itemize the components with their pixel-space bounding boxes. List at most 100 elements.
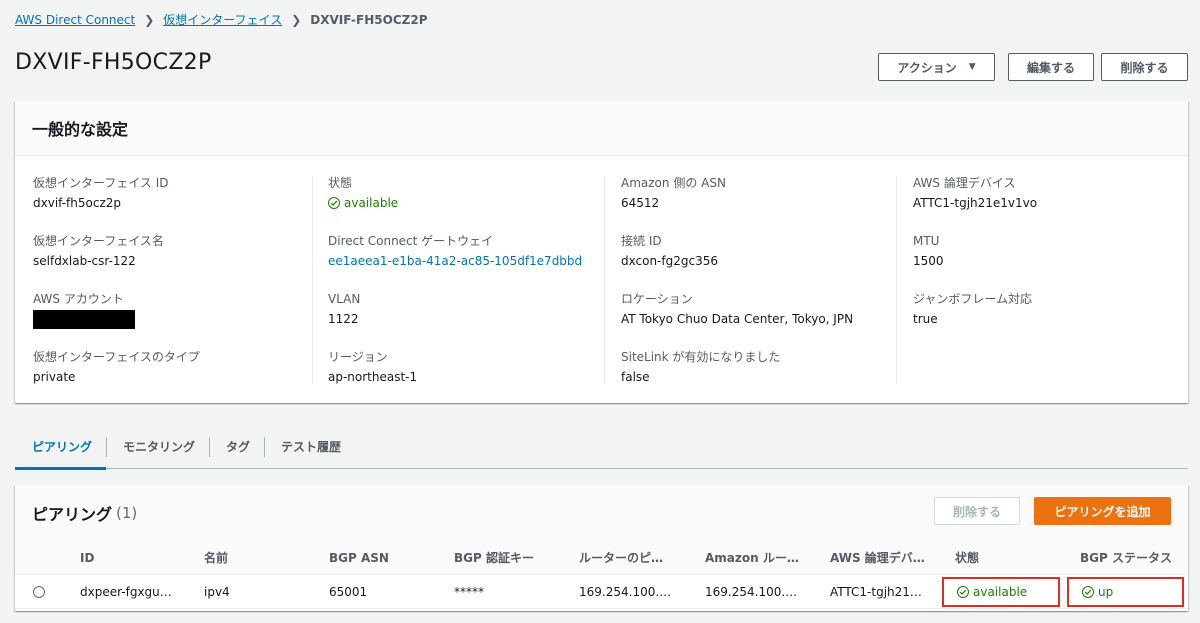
cell-amazon-router-ip: 169.254.100.…	[705, 584, 798, 599]
row-select-radio[interactable]	[33, 585, 45, 598]
field-label: 状態	[328, 176, 353, 190]
cell-name: ipv4	[204, 584, 230, 599]
column-header-name[interactable]: 名前	[204, 541, 228, 574]
field-jumbo-frames: ジャンボフレーム対応 true	[913, 292, 1176, 350]
field-label: Amazon 側の ASN	[621, 176, 726, 190]
state-text: available	[973, 584, 1028, 599]
caret-down-icon: ▼	[968, 62, 976, 72]
cell-bgp-status: up	[1082, 575, 1113, 608]
check-circle-icon	[1082, 585, 1094, 598]
field-location: ロケーション AT Tokyo Chuo Data Center, Tokyo,…	[621, 292, 891, 350]
detail-tabs: ピアリング モニタリング タグ テスト履歴	[15, 425, 1188, 470]
column-header-state[interactable]: 状態	[955, 541, 979, 574]
cell-aws-logical-device: ATTC1-tgjh21…	[830, 584, 922, 599]
field-label: ロケーション	[621, 292, 693, 306]
field-label: 仮想インターフェイス名	[33, 234, 164, 248]
field-value: private	[33, 370, 76, 384]
field-vif-name: 仮想インターフェイス名 selfdxlab-csr-122	[33, 234, 308, 292]
bgp-status-text: up	[1098, 584, 1114, 599]
field-logical-device: AWS 論理デバイス ATTC1-tgjh21e1v1vo	[913, 176, 1176, 234]
field-value: true	[913, 312, 938, 326]
table-row[interactable]: dxpeer-fgxgu… ipv4 65001 ***** 169.254.1…	[15, 575, 1188, 609]
column-header-bgp-status[interactable]: BGP ステータス	[1080, 541, 1172, 574]
dx-gateway-link[interactable]: ee1aeea1-e1ba-41a2-ac85-105df1e7dbbd	[328, 254, 597, 268]
cell-bgp-asn: 65001	[329, 584, 368, 599]
column-header-router-peer-ip[interactable]: ルーターのピ…	[579, 541, 663, 574]
field-vlan: VLAN 1122	[328, 292, 597, 350]
general-column-1: 仮想インターフェイス ID dxvif-fh5ocz2p 仮想インターフェイス名…	[33, 176, 308, 384]
breadcrumb: AWS Direct Connect ❯ 仮想インターフェイス ❯ DXVIF-…	[15, 11, 427, 28]
breadcrumb-current: DXVIF-FH5OCZ2P	[310, 12, 428, 27]
column-header-bgp-asn[interactable]: BGP ASN	[329, 541, 389, 574]
field-label: VLAN	[328, 292, 361, 306]
general-column-2: 状態 available Direct Connect ゲートウェイ ee1ae…	[312, 176, 597, 384]
field-value: false	[621, 370, 650, 384]
page-title: DXVIF-FH5OCZ2P	[15, 50, 212, 75]
table-header: ID 名前 BGP ASN BGP 認証キー ルーターのピ… Amazon ルー…	[15, 541, 1188, 575]
field-value: 1122	[328, 312, 359, 326]
edit-button[interactable]: 編集する	[1008, 53, 1094, 81]
field-sitelink: SiteLink が有効になりました false	[621, 350, 891, 408]
redacted-account-value	[33, 310, 135, 329]
field-label: 仮想インターフェイスのタイプ	[33, 350, 200, 364]
field-label: リージョン	[328, 350, 388, 364]
column-header-bgp-auth-key[interactable]: BGP 認証キー	[454, 541, 534, 574]
field-value: ATTC1-tgjh21e1v1vo	[913, 196, 1038, 210]
peering-count: (1)	[116, 504, 138, 522]
breadcrumb-link-direct-connect[interactable]: AWS Direct Connect	[15, 13, 135, 27]
chevron-right-icon: ❯	[144, 12, 155, 27]
cell-state: available	[957, 575, 1027, 608]
field-state: 状態 available	[328, 176, 597, 234]
add-peering-button[interactable]: ピアリングを追加	[1034, 497, 1171, 525]
field-value: ap-northeast-1	[328, 370, 418, 384]
field-label: AWS 論理デバイス	[913, 176, 1016, 190]
actions-button-label: アクション	[897, 60, 957, 75]
general-column-3: Amazon 側の ASN 64512 接続 ID dxcon-fg2gc356…	[604, 176, 891, 384]
column-header-aws-logical-device[interactable]: AWS 論理デバ…	[830, 541, 925, 574]
general-settings-title: 一般的な設定	[15, 101, 1188, 156]
field-label: 接続 ID	[621, 234, 662, 248]
tab-monitoring[interactable]: モニタリング	[107, 425, 209, 469]
field-region: リージョン ap-northeast-1	[328, 350, 597, 408]
general-settings-panel: 一般的な設定 仮想インターフェイス ID dxvif-fh5ocz2p 仮想イン…	[15, 101, 1188, 403]
status-badge: available	[328, 196, 597, 210]
delete-button[interactable]: 削除する	[1101, 53, 1188, 81]
field-value: selfdxlab-csr-122	[33, 254, 136, 268]
field-dx-gateway: Direct Connect ゲートウェイ ee1aeea1-e1ba-41a2…	[328, 234, 597, 292]
column-header-amazon-router-ip[interactable]: Amazon ルー…	[705, 541, 799, 574]
field-mtu: MTU 1500	[913, 234, 1176, 292]
peering-title: ピアリング	[32, 505, 113, 524]
field-vif-type: 仮想インターフェイスのタイプ private	[33, 350, 308, 408]
check-circle-icon	[957, 585, 969, 598]
tab-tags[interactable]: タグ	[210, 425, 264, 469]
check-circle-icon	[328, 197, 340, 209]
tab-test-history[interactable]: テスト履歴	[265, 425, 355, 469]
peering-header: ピアリング (1) 削除する ピアリングを追加	[15, 485, 1188, 541]
field-amazon-asn: Amazon 側の ASN 64512	[621, 176, 891, 234]
field-value: dxcon-fg2gc356	[621, 254, 718, 268]
column-header-id[interactable]: ID	[80, 541, 94, 574]
actions-dropdown-button[interactable]: アクション ▼	[878, 53, 995, 81]
field-connection-id: 接続 ID dxcon-fg2gc356	[621, 234, 891, 292]
cell-router-peer-ip: 169.254.100.…	[579, 584, 672, 599]
row-select-cell	[33, 575, 45, 608]
cell-id: dxpeer-fgxgu…	[80, 584, 172, 599]
tab-peering[interactable]: ピアリング	[15, 425, 107, 470]
field-aws-account: AWS アカウント	[33, 292, 308, 350]
field-label: MTU	[913, 234, 940, 248]
breadcrumb-link-virtual-interfaces[interactable]: 仮想インターフェイス	[163, 11, 282, 28]
field-label: ジャンボフレーム対応	[913, 292, 1033, 306]
general-column-4: AWS 論理デバイス ATTC1-tgjh21e1v1vo MTU 1500 ジ…	[896, 176, 1176, 384]
peering-panel: ピアリング (1) 削除する ピアリングを追加 ID 名前 BGP ASN BG…	[15, 485, 1188, 611]
field-label: SiteLink が有効になりました	[621, 350, 781, 364]
state-text: available	[344, 196, 399, 210]
field-value: dxvif-fh5ocz2p	[33, 196, 122, 210]
chevron-right-icon: ❯	[291, 12, 302, 27]
field-label: 仮想インターフェイス ID	[33, 176, 169, 190]
field-value: 1500	[913, 254, 944, 268]
field-value: 64512	[621, 196, 660, 210]
field-label: AWS アカウント	[33, 292, 124, 306]
field-label: Direct Connect ゲートウェイ	[328, 234, 494, 248]
field-vif-id: 仮想インターフェイス ID dxvif-fh5ocz2p	[33, 176, 308, 234]
delete-peering-button[interactable]: 削除する	[934, 497, 1020, 525]
